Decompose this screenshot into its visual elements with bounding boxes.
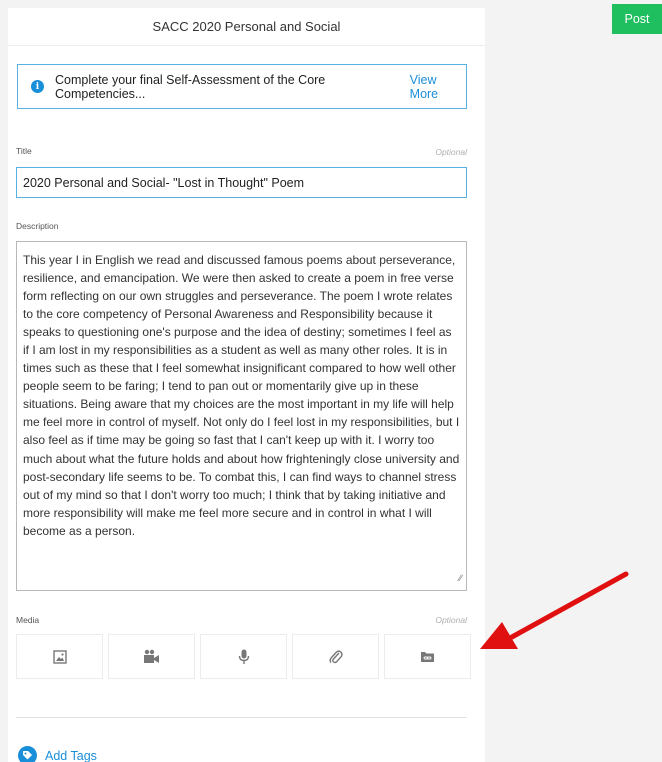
view-more-link[interactable]: View More <box>410 73 466 101</box>
post-button[interactable]: Post <box>612 4 662 34</box>
notice-text: Complete your final Self-Assessment of t… <box>55 72 326 101</box>
video-icon <box>144 649 159 663</box>
description-textarea[interactable]: This year I in English we read and discu… <box>16 241 467 591</box>
tag-icon <box>18 746 37 762</box>
add-tags-button[interactable]: Add Tags <box>18 746 97 762</box>
add-link-button[interactable] <box>384 634 471 679</box>
add-image-button[interactable] <box>16 634 103 679</box>
microphone-icon <box>238 649 249 664</box>
description-label: Description <box>16 221 59 231</box>
page-title: SACC 2020 Personal and Social <box>152 19 341 34</box>
image-icon <box>52 649 67 664</box>
red-arrow-annotation <box>480 571 629 649</box>
page: SACC 2020 Personal and Social Post i Com… <box>0 0 662 762</box>
title-label: Title <box>16 146 32 156</box>
section-divider <box>16 717 467 718</box>
add-tags-label: Add Tags <box>45 748 97 762</box>
resize-handle-icon[interactable]: ∕∕ <box>459 569 462 587</box>
add-audio-button[interactable] <box>200 634 287 679</box>
title-input[interactable] <box>16 167 467 198</box>
add-file-button[interactable] <box>292 634 379 679</box>
paperclip-icon <box>329 649 343 663</box>
media-buttons <box>16 634 471 679</box>
add-video-button[interactable] <box>108 634 195 679</box>
editor-header: SACC 2020 Personal and Social <box>8 8 485 46</box>
title-optional: Optional <box>435 147 467 157</box>
media-optional: Optional <box>435 615 467 625</box>
media-label: Media <box>16 615 40 625</box>
info-icon: i <box>31 80 44 93</box>
link-icon <box>421 652 434 662</box>
info-notice: i Complete your final Self-Assessment of… <box>17 64 467 109</box>
description-text: This year I in English we read and discu… <box>23 253 460 538</box>
